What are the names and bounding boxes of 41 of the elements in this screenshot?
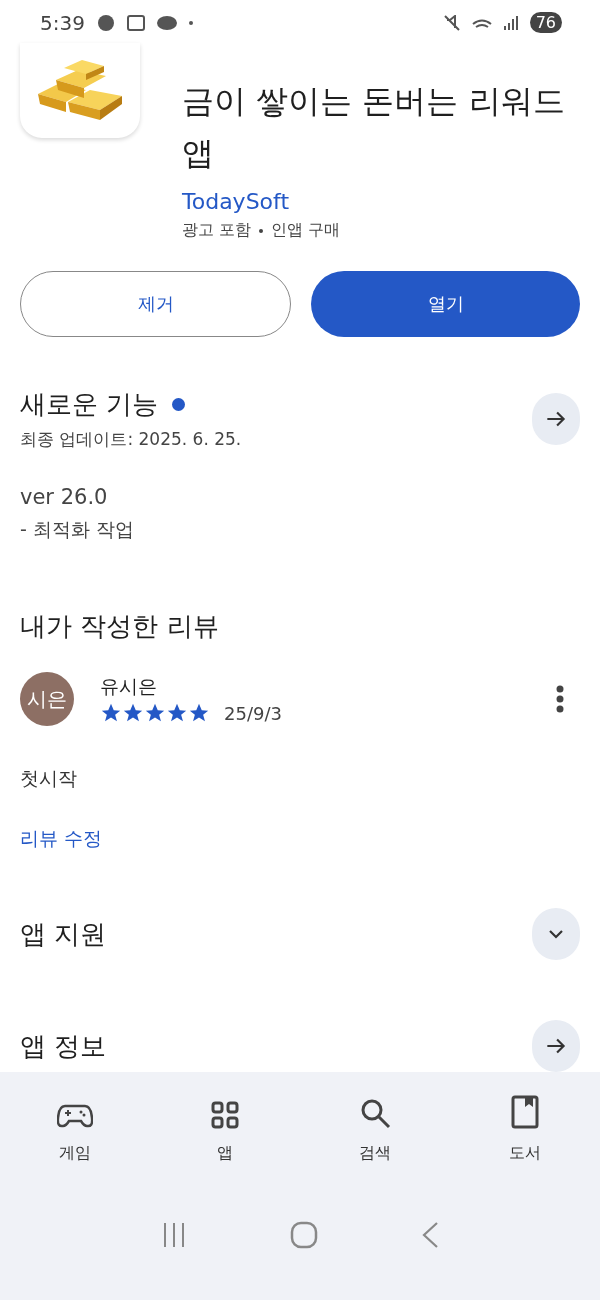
search-icon <box>359 1097 391 1129</box>
bullet-icon <box>259 228 264 233</box>
app-title: 금이 쌓이는 돈버는 리워드 앱 <box>182 81 566 174</box>
update-date: 최종 업데이트: 2025. 6. 25. <box>20 428 242 451</box>
section-title: 앱 정보 <box>20 1029 107 1063</box>
review-text: 첫시작 <box>20 766 77 791</box>
developer-link[interactable]: TodaySoft <box>182 189 582 214</box>
status-time: 5:39 <box>40 10 85 35</box>
gamepad-icon <box>57 1103 93 1129</box>
more-icon[interactable] <box>556 685 564 713</box>
review-date: 25/9/3 <box>224 702 282 724</box>
release-notes: - 최적화 작업 <box>20 517 135 542</box>
nav-tab[interactable]: 검색 <box>300 1092 450 1164</box>
book-icon <box>511 1095 539 1129</box>
wifi-icon <box>471 17 492 28</box>
back-icon[interactable] <box>420 1221 439 1249</box>
mute-icon <box>443 14 460 31</box>
battery-level: 76 <box>529 12 562 33</box>
avatar: 시은 <box>20 672 74 726</box>
nav-tab[interactable]: 게임 <box>0 1092 150 1164</box>
nav-tab[interactable]: 도서 <box>450 1092 600 1164</box>
circle-notification-icon <box>96 13 115 32</box>
section-title: 내가 작성한 리뷰 <box>20 610 219 643</box>
apps-grid-icon <box>211 1101 239 1129</box>
arrow-button[interactable] <box>532 1020 580 1072</box>
dot-icon <box>188 20 193 25</box>
chat-bubble-icon <box>156 15 177 30</box>
section-title: 앱 지원 <box>20 917 107 951</box>
home-icon[interactable] <box>290 1221 318 1249</box>
signal-icon <box>503 15 518 30</box>
screenshot-icon <box>126 14 145 31</box>
arrow-button[interactable] <box>532 393 580 445</box>
app-tag: 인앱 구매 <box>271 220 341 241</box>
reviewer-name: 유시은 <box>100 674 158 699</box>
open-button[interactable]: 열기 <box>311 271 580 337</box>
version-text: ver 26.0 <box>20 485 109 509</box>
section-title: 새로운 기능 <box>20 388 159 421</box>
app-tag: 광고 포함 <box>182 220 252 241</box>
uninstall-button[interactable]: 제거 <box>20 271 291 337</box>
edit-review-link[interactable]: 리뷰 수정 <box>20 826 103 852</box>
nav-tab[interactable]: 앱 <box>150 1092 300 1164</box>
